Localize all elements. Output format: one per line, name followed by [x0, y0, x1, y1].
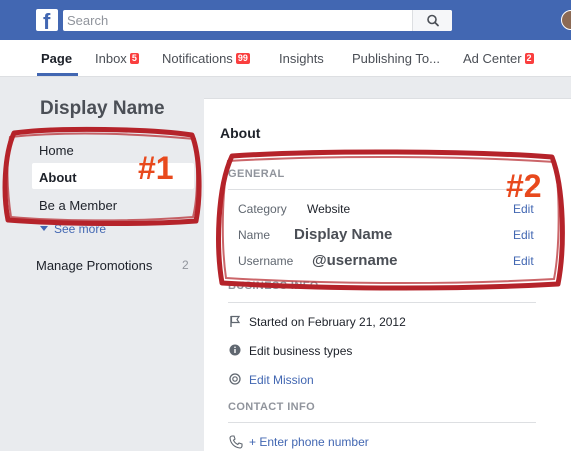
tab-ad-center-label: Ad Center — [463, 51, 522, 66]
flag-icon — [230, 315, 241, 327]
tab-ad-center[interactable]: Ad Center 2 — [463, 51, 534, 66]
tab-notifications[interactable]: Notifications 99 — [162, 51, 250, 66]
search-button[interactable] — [412, 10, 452, 31]
ad-center-count-badge: 2 — [524, 53, 534, 64]
phone-icon — [229, 435, 243, 449]
caret-down-icon — [40, 226, 48, 231]
manage-promotions-count: 2 — [182, 258, 189, 272]
category-label: Category — [238, 202, 287, 216]
notifications-count-badge: 99 — [235, 53, 250, 64]
logo-letter: f — [43, 9, 51, 31]
mission-icon — [229, 373, 241, 385]
tab-inbox[interactable]: Inbox 5 — [95, 51, 139, 66]
facebook-logo-icon[interactable]: f — [36, 9, 58, 31]
tab-inbox-label: Inbox — [95, 51, 127, 66]
tab-publishing-tools[interactable]: Publishing To... — [352, 51, 440, 66]
started-on-text: Started on February 21, 2012 — [249, 315, 406, 329]
tab-insights-label: Insights — [279, 51, 324, 66]
edit-business-types-link[interactable]: Edit business types — [249, 344, 352, 358]
edit-username-link[interactable]: Edit — [513, 254, 534, 268]
active-tab-indicator — [37, 73, 78, 76]
tab-notifications-label: Notifications — [162, 51, 233, 66]
manage-promotions-link[interactable]: Manage Promotions — [36, 258, 152, 273]
annotation-label-1: #1 — [138, 150, 174, 186]
sidebar-item-label: Home — [39, 143, 74, 158]
sidebar-item-label: About — [39, 170, 77, 185]
divider — [228, 189, 536, 190]
divider — [228, 422, 536, 423]
enter-phone-number-link[interactable]: + Enter phone number — [249, 435, 369, 449]
sidebar-item-be-a-member[interactable]: Be a Member — [32, 191, 194, 217]
search-box — [63, 10, 452, 31]
edit-name-link[interactable]: Edit — [513, 228, 534, 242]
tab-publishing-tools-label: Publishing To... — [352, 51, 440, 66]
category-value: Website — [307, 202, 351, 216]
edit-mission-link[interactable]: Edit Mission — [249, 373, 314, 387]
about-card — [204, 98, 571, 451]
contact-info-section-heading: CONTACT INFO — [228, 401, 316, 413]
about-heading: About — [220, 125, 261, 141]
general-section-heading: GENERAL — [228, 168, 285, 180]
name-label: Name — [238, 228, 271, 242]
business-info-section-heading: BUSINESS INFO — [228, 280, 319, 292]
search-input[interactable] — [67, 11, 407, 30]
tab-insights[interactable]: Insights — [279, 51, 324, 66]
annotation-label-2: #2 — [506, 168, 542, 204]
page-tabs-bar: Page Inbox 5 Notifications 99 Insights Pub… — [0, 40, 571, 77]
page-title: Display Name — [40, 98, 165, 119]
sidebar-item-label: Be a Member — [39, 198, 118, 213]
tab-page-label: Page — [41, 51, 73, 66]
divider — [228, 302, 536, 303]
inbox-count-badge: 5 — [129, 53, 139, 64]
name-value: Display Name — [294, 226, 393, 243]
user-avatar[interactable] — [561, 10, 571, 30]
top-navigation-bar: f — [0, 0, 571, 40]
see-more-label: See more — [54, 222, 107, 236]
username-value: @username — [312, 252, 398, 269]
username-label: Username — [238, 254, 294, 268]
search-icon — [427, 14, 439, 27]
see-more-link[interactable]: See more — [40, 222, 106, 236]
info-circle-icon — [229, 344, 241, 356]
tab-page[interactable]: Page — [41, 51, 72, 66]
